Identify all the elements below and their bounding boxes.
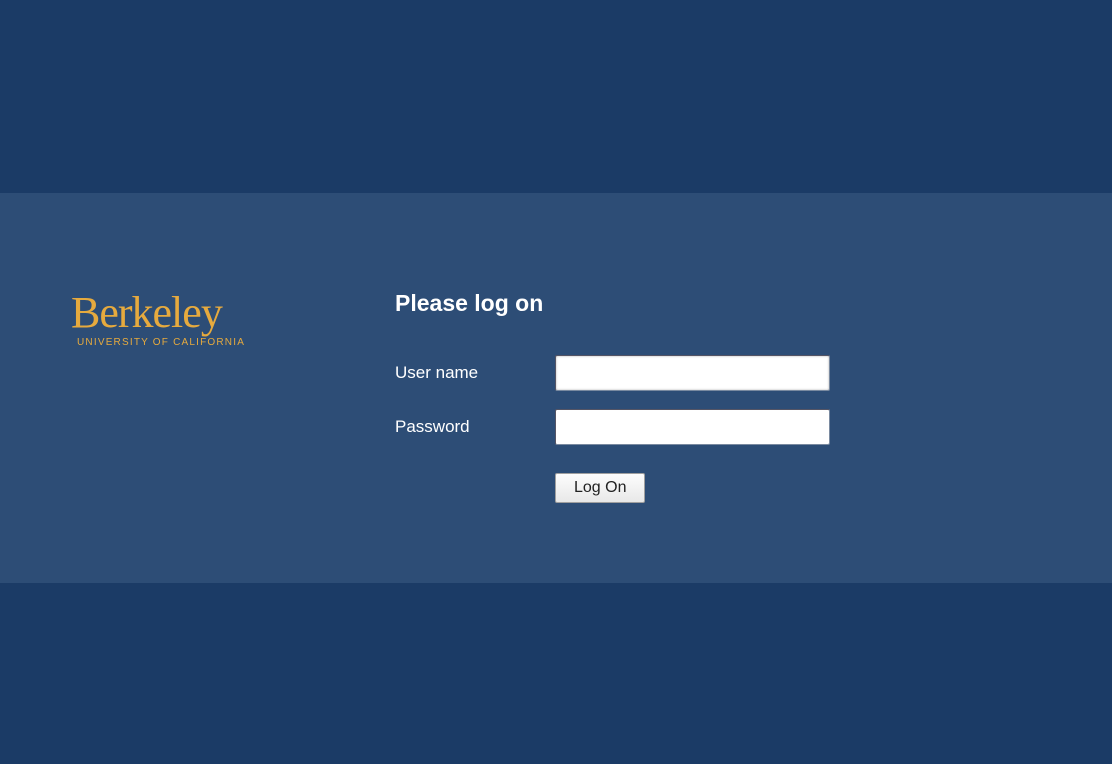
logon-button[interactable]: Log On [555,473,645,503]
brand-logo: Berkeley UNIVERSITY OF CALIFORNIA [0,193,395,348]
submit-row: Log On [395,473,1112,503]
brand-subtitle: UNIVERSITY OF CALIFORNIA [71,337,395,348]
header-band [0,0,1112,193]
password-input[interactable] [555,409,830,445]
brand-name: Berkeley [71,291,395,335]
username-input[interactable] [555,355,830,391]
login-form: Please log on User name Password Log On [395,193,1112,503]
password-label: Password [395,417,555,437]
username-label: User name [395,363,555,383]
footer-band [0,583,1112,764]
form-title: Please log on [395,290,1112,317]
login-panel: Berkeley UNIVERSITY OF CALIFORNIA Please… [0,193,1112,583]
username-row: User name [395,355,1112,391]
password-row: Password [395,409,1112,445]
